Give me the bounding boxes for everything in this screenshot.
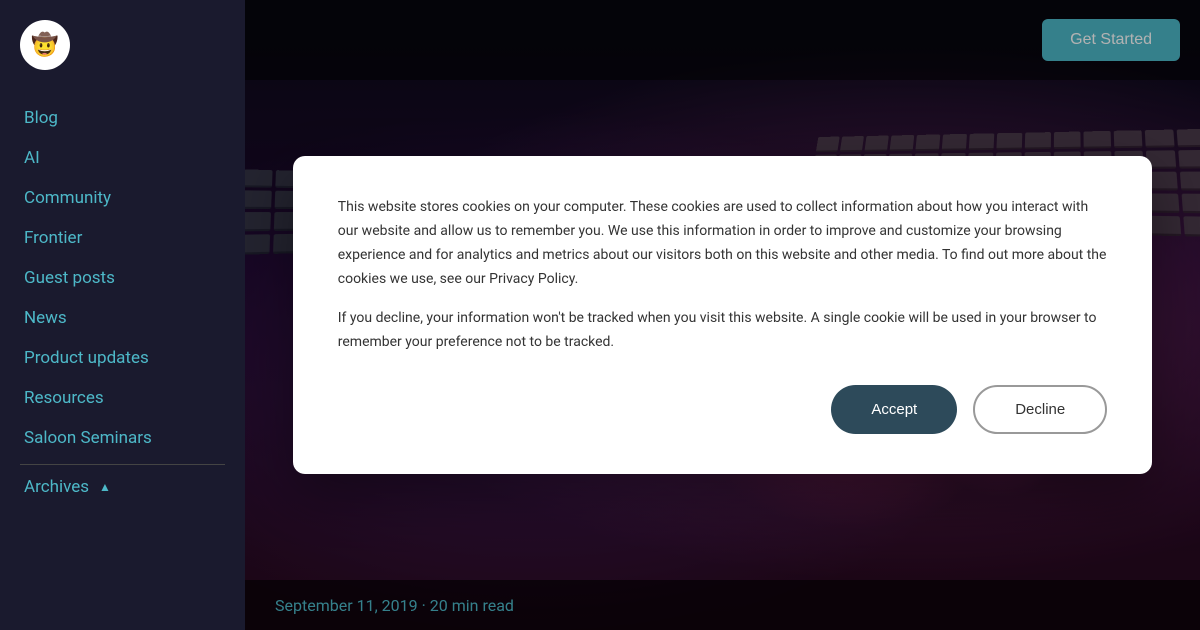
- sidebar-item-saloon-seminars[interactable]: Saloon Seminars: [20, 420, 225, 456]
- logo-area: 🤠: [0, 20, 245, 100]
- main-content: CBM Get Started September 11, 2019 · 20 …: [245, 0, 1200, 630]
- logo-icon: 🤠: [20, 20, 70, 70]
- sidebar: 🤠 Blog AI Community Frontier Guest posts…: [0, 0, 245, 630]
- sidebar-item-product-updates[interactable]: Product updates: [20, 340, 225, 376]
- sidebar-item-news[interactable]: News: [20, 300, 225, 336]
- cookie-actions: Accept Decline: [338, 385, 1108, 434]
- sidebar-item-blog[interactable]: Blog: [20, 100, 225, 136]
- sidebar-item-archives[interactable]: Archives ▲: [20, 464, 225, 505]
- cookie-paragraph-1: This website stores cookies on your comp…: [338, 196, 1108, 291]
- sidebar-item-resources[interactable]: Resources: [20, 380, 225, 416]
- sidebar-item-frontier[interactable]: Frontier: [20, 220, 225, 256]
- chevron-up-icon: ▲: [99, 480, 111, 494]
- sidebar-navigation: Blog AI Community Frontier Guest posts N…: [0, 100, 245, 610]
- cookie-modal: This website stores cookies on your comp…: [293, 156, 1153, 474]
- sidebar-item-community[interactable]: Community: [20, 180, 225, 216]
- accept-button[interactable]: Accept: [831, 385, 957, 434]
- cookie-overlay: This website stores cookies on your comp…: [245, 0, 1200, 630]
- sidebar-item-ai[interactable]: AI: [20, 140, 225, 176]
- cookie-paragraph-2: If you decline, your information won't b…: [338, 307, 1108, 355]
- decline-button[interactable]: Decline: [973, 385, 1107, 434]
- sidebar-item-guest-posts[interactable]: Guest posts: [20, 260, 225, 296]
